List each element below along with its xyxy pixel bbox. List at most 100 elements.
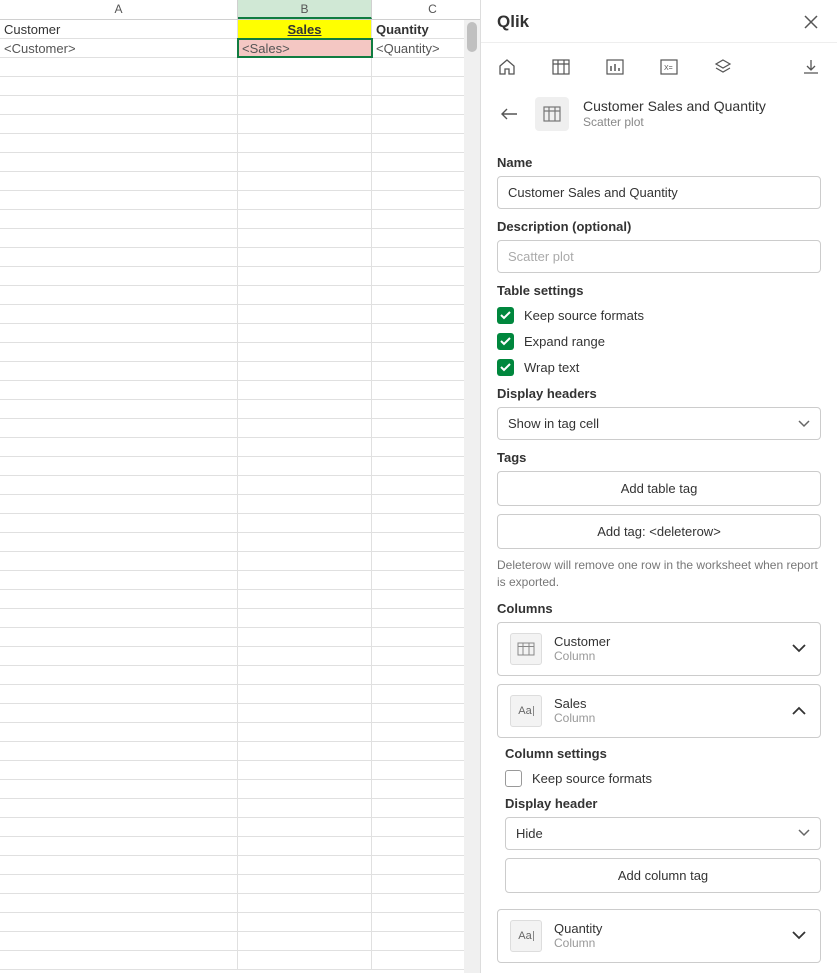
add-deleterow-tag-button[interactable]: Add tag: <deleterow>: [497, 514, 821, 549]
empty-cell[interactable]: [238, 799, 372, 817]
empty-cell[interactable]: [0, 172, 238, 190]
empty-cell[interactable]: [238, 457, 372, 475]
empty-cell[interactable]: [0, 723, 238, 741]
column-item-quantity[interactable]: Aa Quantity Column: [497, 909, 821, 963]
empty-cell[interactable]: [0, 647, 238, 665]
keep-source-checkbox[interactable]: [497, 307, 514, 324]
empty-cell[interactable]: [0, 115, 238, 133]
close-button[interactable]: [801, 12, 821, 32]
empty-cell[interactable]: [0, 704, 238, 722]
empty-cell[interactable]: [0, 818, 238, 836]
description-input[interactable]: [497, 240, 821, 273]
empty-cell[interactable]: [0, 932, 238, 950]
empty-cell[interactable]: [0, 381, 238, 399]
display-header-select[interactable]: Hide: [505, 817, 821, 850]
name-input[interactable]: [497, 176, 821, 209]
empty-cell[interactable]: [238, 381, 372, 399]
empty-cell[interactable]: [238, 780, 372, 798]
empty-cell[interactable]: [238, 571, 372, 589]
empty-cell[interactable]: [238, 742, 372, 760]
empty-cell[interactable]: [0, 134, 238, 152]
empty-cell[interactable]: [238, 837, 372, 855]
col-keep-source-checkbox[interactable]: [505, 770, 522, 787]
empty-cell[interactable]: [0, 438, 238, 456]
empty-cell[interactable]: [0, 514, 238, 532]
empty-cell[interactable]: [0, 58, 238, 76]
empty-cell[interactable]: [0, 286, 238, 304]
empty-cell[interactable]: [238, 666, 372, 684]
empty-cell[interactable]: [238, 856, 372, 874]
empty-cell[interactable]: [238, 647, 372, 665]
col-header-b[interactable]: B: [238, 0, 372, 19]
scrollbar-thumb[interactable]: [467, 22, 477, 52]
vertical-scrollbar[interactable]: [464, 20, 480, 973]
add-table-tag-button[interactable]: Add table tag: [497, 471, 821, 506]
cell-header-customer[interactable]: Customer: [0, 20, 238, 38]
empty-cell[interactable]: [238, 419, 372, 437]
empty-cell[interactable]: [0, 210, 238, 228]
empty-cell[interactable]: [238, 723, 372, 741]
empty-cell[interactable]: [0, 495, 238, 513]
empty-cell[interactable]: [238, 400, 372, 418]
empty-cell[interactable]: [238, 685, 372, 703]
empty-cell[interactable]: [238, 932, 372, 950]
col-header-a[interactable]: A: [0, 0, 238, 19]
empty-cell[interactable]: [0, 761, 238, 779]
empty-cell[interactable]: [238, 704, 372, 722]
empty-cell[interactable]: [238, 552, 372, 570]
formula-icon[interactable]: X=: [659, 57, 679, 77]
empty-cell[interactable]: [0, 799, 238, 817]
empty-cell[interactable]: [0, 533, 238, 551]
empty-cell[interactable]: [0, 666, 238, 684]
download-icon[interactable]: [801, 57, 821, 77]
expand-range-checkbox[interactable]: [497, 333, 514, 350]
empty-cell[interactable]: [238, 495, 372, 513]
empty-cell[interactable]: [238, 894, 372, 912]
empty-cell[interactable]: [238, 362, 372, 380]
empty-cell[interactable]: [238, 267, 372, 285]
empty-cell[interactable]: [0, 191, 238, 209]
empty-cell[interactable]: [238, 153, 372, 171]
empty-cell[interactable]: [238, 96, 372, 114]
empty-cell[interactable]: [238, 590, 372, 608]
empty-cell[interactable]: [238, 58, 372, 76]
empty-cell[interactable]: [0, 628, 238, 646]
empty-cell[interactable]: [0, 362, 238, 380]
empty-cell[interactable]: [238, 248, 372, 266]
empty-cell[interactable]: [238, 191, 372, 209]
cell-tag-sales[interactable]: <Sales>: [238, 39, 372, 57]
empty-cell[interactable]: [0, 837, 238, 855]
empty-cell[interactable]: [0, 685, 238, 703]
empty-cell[interactable]: [238, 609, 372, 627]
empty-cell[interactable]: [238, 875, 372, 893]
home-icon[interactable]: [497, 57, 517, 77]
empty-cell[interactable]: [238, 172, 372, 190]
empty-cell[interactable]: [0, 571, 238, 589]
empty-cell[interactable]: [0, 96, 238, 114]
empty-cell[interactable]: [238, 438, 372, 456]
empty-cell[interactable]: [238, 286, 372, 304]
empty-cell[interactable]: [0, 609, 238, 627]
empty-cell[interactable]: [0, 229, 238, 247]
empty-cell[interactable]: [238, 951, 372, 969]
add-column-tag-button[interactable]: Add column tag: [505, 858, 821, 893]
empty-cell[interactable]: [0, 419, 238, 437]
column-item-sales[interactable]: Aa Sales Column: [497, 684, 821, 738]
empty-cell[interactable]: [0, 894, 238, 912]
column-item-customer[interactable]: Customer Column: [497, 622, 821, 676]
empty-cell[interactable]: [0, 951, 238, 969]
display-headers-select[interactable]: Show in tag cell: [497, 407, 821, 440]
wrap-text-checkbox[interactable]: [497, 359, 514, 376]
empty-cell[interactable]: [0, 267, 238, 285]
empty-cell[interactable]: [0, 305, 238, 323]
empty-cell[interactable]: [238, 324, 372, 342]
empty-cell[interactable]: [0, 590, 238, 608]
empty-cell[interactable]: [0, 913, 238, 931]
empty-cell[interactable]: [0, 153, 238, 171]
chart-icon[interactable]: [605, 57, 625, 77]
empty-cell[interactable]: [238, 514, 372, 532]
empty-cell[interactable]: [238, 305, 372, 323]
empty-cell[interactable]: [238, 476, 372, 494]
empty-cell[interactable]: [0, 856, 238, 874]
empty-cell[interactable]: [238, 134, 372, 152]
